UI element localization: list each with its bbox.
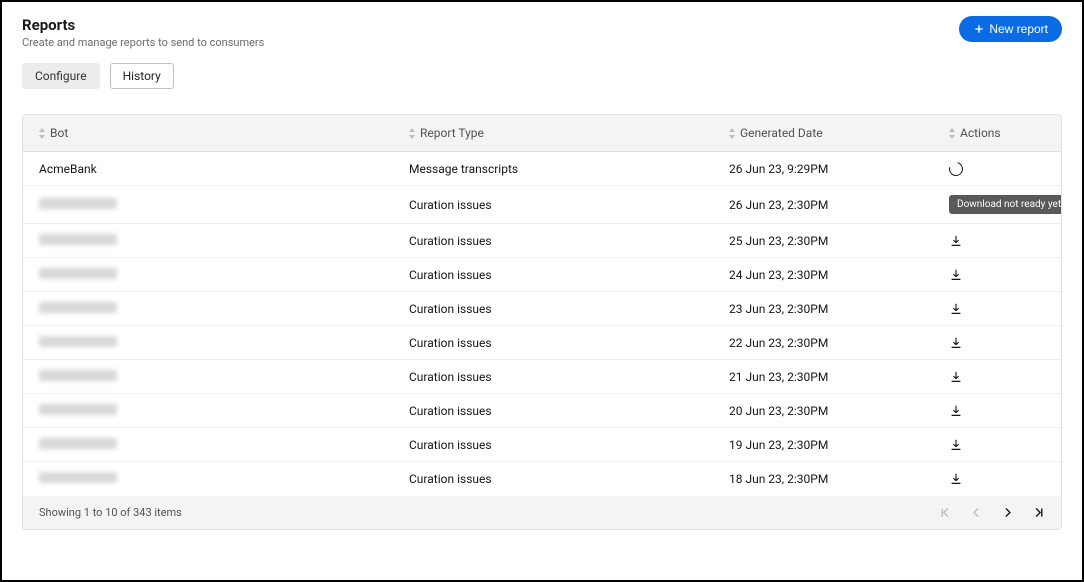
cell-generated-date: 22 Jun 23, 2:30PM — [729, 336, 949, 350]
chevron-first-icon — [939, 506, 952, 519]
cell-bot — [39, 302, 409, 316]
sort-icon — [409, 128, 416, 139]
redacted-text — [39, 302, 117, 313]
pagination-summary: Showing 1 to 10 of 343 items — [39, 506, 182, 519]
reports-table: Bot Report Type Generated Date Actions A… — [22, 114, 1062, 530]
cell-report-type: Curation issues — [409, 336, 729, 350]
redacted-text — [39, 438, 117, 449]
cell-generated-date: 21 Jun 23, 2:30PM — [729, 370, 949, 384]
tabs: Configure History — [22, 63, 1062, 89]
cell-bot — [39, 370, 409, 384]
pager-next-button[interactable] — [1001, 506, 1014, 519]
cell-actions — [949, 438, 1045, 452]
pending-icon[interactable] — [946, 159, 965, 178]
tab-configure[interactable]: Configure — [22, 63, 100, 89]
chevron-left-icon — [970, 506, 983, 519]
table-row: Curation issues21 Jun 23, 2:30PM — [23, 360, 1061, 394]
new-report-button[interactable]: New report — [959, 16, 1062, 42]
download-icon[interactable] — [949, 268, 963, 282]
column-header-generated-date[interactable]: Generated Date — [729, 126, 949, 140]
download-icon[interactable] — [949, 472, 963, 486]
cell-actions — [949, 234, 1045, 248]
cell-actions — [949, 404, 1045, 418]
table-row: Curation issues20 Jun 23, 2:30PM — [23, 394, 1061, 428]
chevron-last-icon — [1032, 506, 1045, 519]
column-header-report-type[interactable]: Report Type — [409, 126, 729, 140]
redacted-text — [39, 404, 117, 415]
download-icon[interactable] — [949, 336, 963, 350]
column-header-bot[interactable]: Bot — [39, 126, 409, 140]
cell-generated-date: 18 Jun 23, 2:30PM — [729, 472, 949, 486]
cell-actions — [949, 302, 1045, 316]
plus-icon — [973, 23, 985, 35]
cell-generated-date: 26 Jun 23, 9:29PM — [729, 162, 949, 176]
cell-actions: Download not ready yet — [949, 195, 1062, 214]
cell-bot — [39, 438, 409, 452]
cell-report-type: Curation issues — [409, 302, 729, 316]
pagination-controls — [939, 506, 1045, 519]
cell-report-type: Curation issues — [409, 198, 729, 212]
cell-generated-date: 19 Jun 23, 2:30PM — [729, 438, 949, 452]
table-row: AcmeBankMessage transcripts26 Jun 23, 9:… — [23, 152, 1061, 186]
cell-generated-date: 23 Jun 23, 2:30PM — [729, 302, 949, 316]
cell-bot — [39, 336, 409, 350]
cell-bot — [39, 404, 409, 418]
cell-generated-date: 26 Jun 23, 2:30PM — [729, 198, 949, 212]
cell-bot — [39, 472, 409, 486]
redacted-text — [39, 234, 117, 245]
tab-history[interactable]: History — [110, 63, 174, 89]
download-icon[interactable] — [949, 404, 963, 418]
cell-bot — [39, 198, 409, 212]
cell-actions — [949, 162, 1045, 176]
page-subtitle: Create and manage reports to send to con… — [22, 36, 264, 49]
download-icon[interactable] — [949, 234, 963, 248]
page-title: Reports — [22, 16, 264, 34]
cell-report-type: Curation issues — [409, 404, 729, 418]
download-icon[interactable] — [949, 438, 963, 452]
chevron-right-icon — [1001, 506, 1014, 519]
cell-generated-date: 20 Jun 23, 2:30PM — [729, 404, 949, 418]
cell-generated-date: 25 Jun 23, 2:30PM — [729, 234, 949, 248]
cell-report-type: Curation issues — [409, 234, 729, 248]
cell-actions — [949, 370, 1045, 384]
cell-report-type: Curation issues — [409, 438, 729, 452]
download-icon[interactable] — [949, 302, 963, 316]
redacted-text — [39, 198, 117, 209]
cell-bot — [39, 268, 409, 282]
cell-actions — [949, 336, 1045, 350]
redacted-text — [39, 336, 117, 347]
cell-report-type: Message transcripts — [409, 162, 729, 176]
table-row: Curation issues23 Jun 23, 2:30PM — [23, 292, 1061, 326]
table-header-row: Bot Report Type Generated Date Actions — [23, 115, 1061, 152]
cell-report-type: Curation issues — [409, 370, 729, 384]
table-row: Curation issues25 Jun 23, 2:30PM — [23, 224, 1061, 258]
table-row: Curation issues22 Jun 23, 2:30PM — [23, 326, 1061, 360]
pager-first-button[interactable] — [939, 506, 952, 519]
new-report-label: New report — [989, 22, 1048, 36]
download-not-ready-badge: Download not ready yet — [949, 195, 1062, 214]
download-icon[interactable] — [949, 370, 963, 384]
redacted-text — [39, 472, 117, 483]
cell-generated-date: 24 Jun 23, 2:30PM — [729, 268, 949, 282]
sort-icon — [949, 128, 956, 139]
table-row: Curation issues26 Jun 23, 2:30PMDownload… — [23, 186, 1061, 224]
table-row: Curation issues18 Jun 23, 2:30PM — [23, 462, 1061, 496]
pager-prev-button[interactable] — [970, 506, 983, 519]
redacted-text — [39, 268, 117, 279]
cell-report-type: Curation issues — [409, 472, 729, 486]
pager-last-button[interactable] — [1032, 506, 1045, 519]
cell-actions — [949, 472, 1045, 486]
cell-actions — [949, 268, 1045, 282]
table-row: Curation issues19 Jun 23, 2:30PM — [23, 428, 1061, 462]
cell-report-type: Curation issues — [409, 268, 729, 282]
redacted-text — [39, 370, 117, 381]
cell-bot — [39, 234, 409, 248]
column-header-actions[interactable]: Actions — [949, 126, 1045, 140]
table-row: Curation issues24 Jun 23, 2:30PM — [23, 258, 1061, 292]
cell-bot: AcmeBank — [39, 162, 409, 176]
sort-icon — [729, 128, 736, 139]
sort-icon — [39, 128, 46, 139]
